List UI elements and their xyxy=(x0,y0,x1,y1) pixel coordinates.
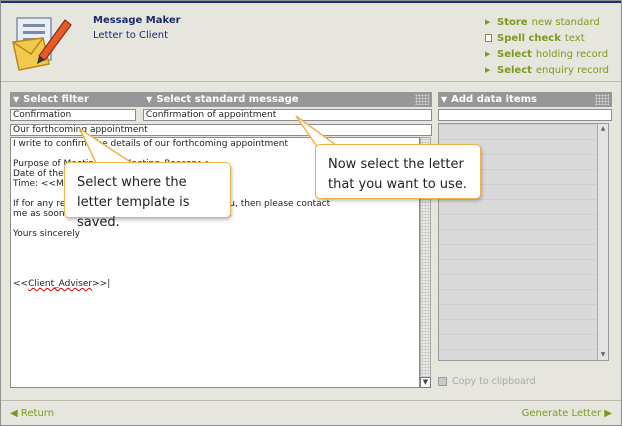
select-filter-label[interactable]: Select filter xyxy=(23,94,143,105)
header-actions: ▶ Store new standard Spell check text ▶ … xyxy=(485,14,609,78)
filter-select[interactable]: Confirmation xyxy=(10,109,136,121)
letter-line xyxy=(13,219,417,229)
app-subtitle: Letter to Client xyxy=(93,30,168,41)
letter-line xyxy=(13,269,417,279)
letter-line xyxy=(13,239,417,249)
letter-line: <<Client_Adviser>>| xyxy=(13,279,111,289)
select-enquiry-link[interactable]: ▶ Select enquiry record xyxy=(485,62,609,78)
data-items-header: ▼ Add data items xyxy=(438,92,612,107)
panel-grip-handle[interactable] xyxy=(595,94,609,105)
panel-grip-handle[interactable] xyxy=(415,94,429,105)
triangle-down-icon: ▼ xyxy=(13,95,20,104)
letter-line xyxy=(13,249,417,259)
selector-row: Confirmation Confirmation of appointment xyxy=(10,109,432,121)
generate-letter-button[interactable]: Generate Letter ▶ xyxy=(522,408,612,419)
data-items-panel: ▼ Add data items ▲ ▼ Copy to clipboard xyxy=(438,92,612,388)
copy-to-clipboard-button[interactable]: Copy to clipboard xyxy=(438,376,536,387)
message-select[interactable]: Confirmation of appointment xyxy=(142,109,432,121)
checkbox-icon xyxy=(485,34,492,42)
spell-check-link[interactable]: Spell check text xyxy=(485,30,609,46)
letter-panel: ▼ Select filter ▼ Select standard messag… xyxy=(10,92,432,388)
select-message-label[interactable]: Select standard message xyxy=(156,94,298,105)
triangle-down-icon: ▼ xyxy=(146,95,153,104)
letter-line xyxy=(13,259,417,269)
subject-input[interactable]: Our forthcoming appointment xyxy=(10,124,432,136)
scroll-down-icon[interactable]: ▼ xyxy=(598,350,608,360)
app-title: Message Maker xyxy=(93,15,181,26)
data-item-input[interactable] xyxy=(438,109,612,121)
play-icon: ▶ xyxy=(485,50,491,58)
store-standard-link[interactable]: ▶ Store new standard xyxy=(485,14,609,30)
letter-panel-header: ▼ Select filter ▼ Select standard messag… xyxy=(10,92,432,107)
header: Message Maker Letter to Client ▶ Store n… xyxy=(1,3,621,82)
scroll-down-icon[interactable]: ▼ xyxy=(420,377,431,388)
play-icon: ▶ xyxy=(485,66,491,74)
callout-select-filter: Select where the letter template is save… xyxy=(64,162,231,230)
data-items-scrollbar[interactable]: ▲ ▼ xyxy=(597,124,608,360)
clipboard-icon xyxy=(438,377,447,386)
add-data-items-label[interactable]: Add data items xyxy=(451,94,537,105)
footer: ◀ Return Generate Letter ▶ xyxy=(1,400,621,425)
return-button[interactable]: ◀ Return xyxy=(10,408,54,419)
message-maker-logo-icon xyxy=(12,17,72,71)
scroll-up-icon[interactable]: ▲ xyxy=(598,124,608,134)
letter-line: Yours sincerely xyxy=(13,229,81,239)
play-icon: ▶ xyxy=(485,18,491,26)
callout-select-message: Now select the letter that you want to u… xyxy=(315,144,481,199)
triangle-down-icon: ▼ xyxy=(441,95,448,104)
select-holding-link[interactable]: ▶ Select holding record xyxy=(485,46,609,62)
